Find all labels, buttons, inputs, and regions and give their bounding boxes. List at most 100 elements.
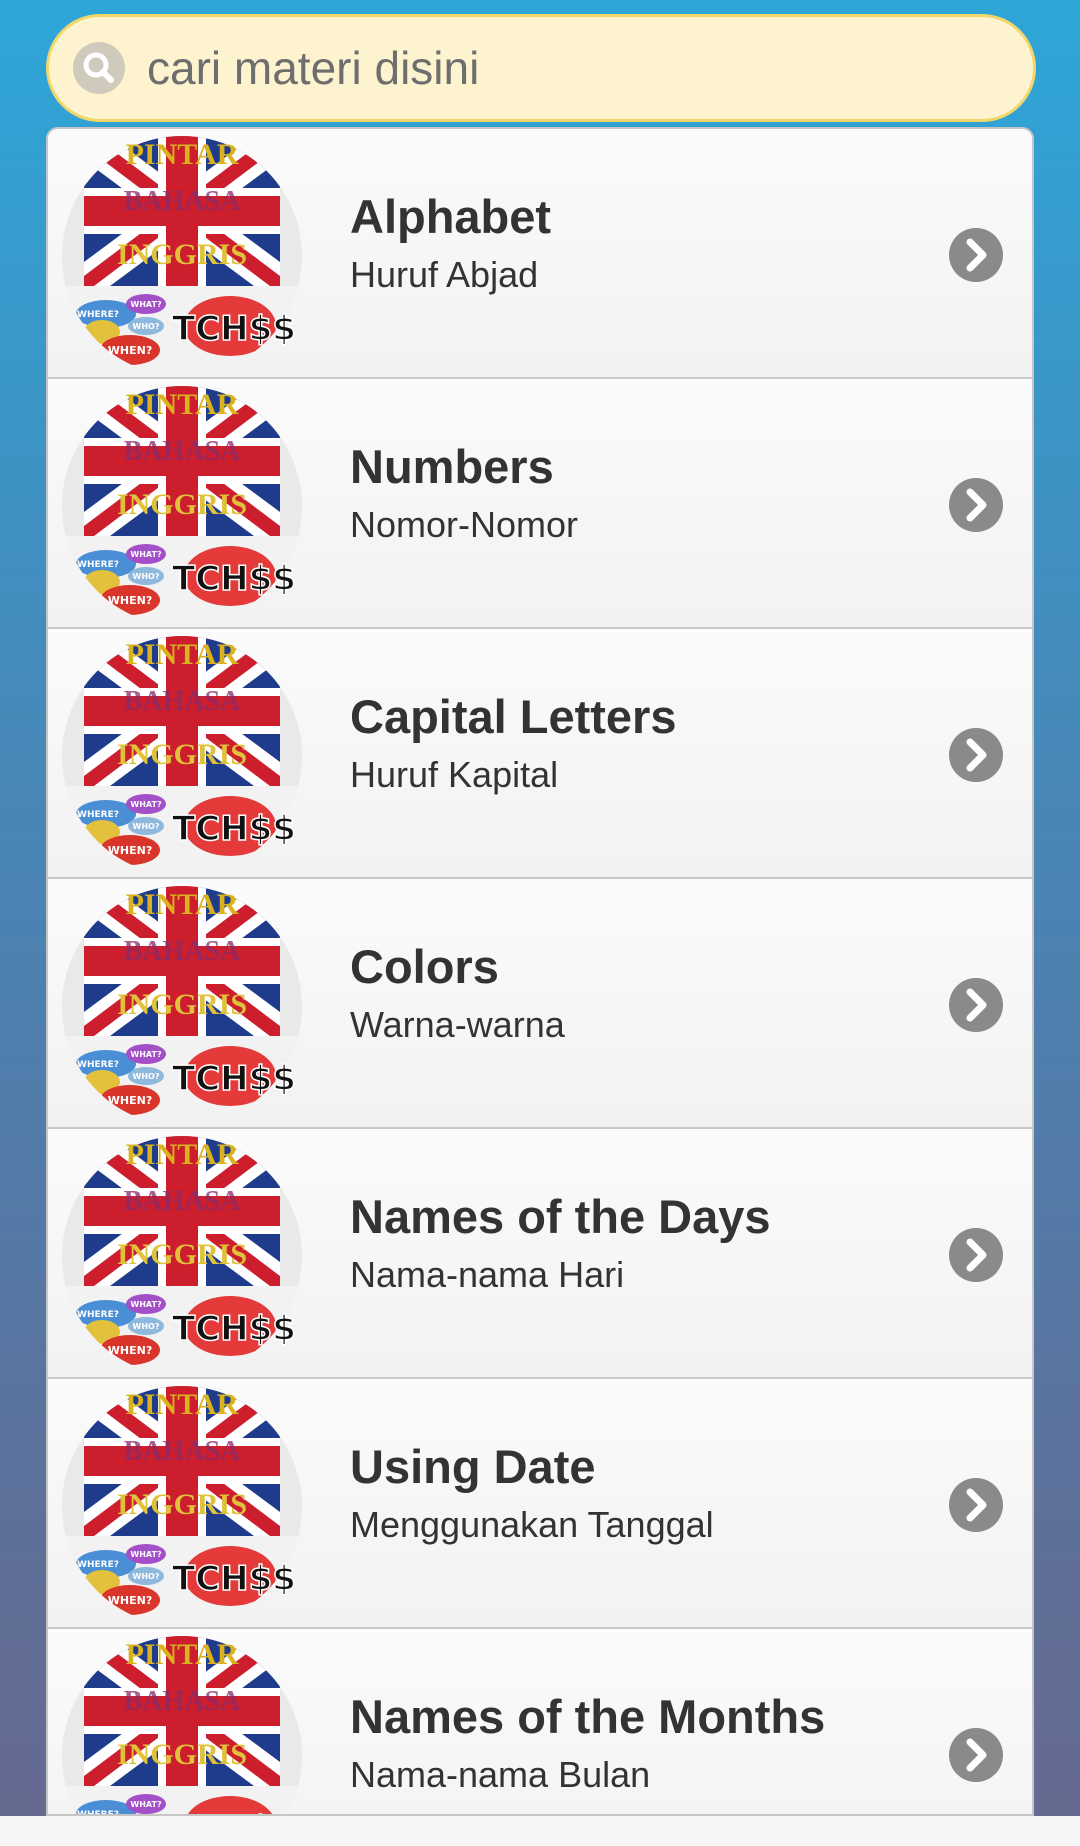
chevron-right-icon[interactable] — [948, 727, 1004, 783]
union-jack-logo: PINTAR BAHASA INGGRIS WHERE? WHAT? WHO? … — [62, 386, 302, 626]
svg-text:WHAT?: WHAT? — [130, 1800, 162, 1809]
list-item-5[interactable]: PINTAR BAHASA INGGRIS WHERE? WHAT? WHO? … — [48, 1129, 1032, 1379]
chevron-right-icon[interactable] — [948, 1727, 1004, 1783]
item-title: Names of the Days — [350, 1190, 771, 1243]
svg-text:INGGRIS: INGGRIS — [117, 738, 247, 771]
svg-text:TCH$$: TCH$$ — [172, 1059, 296, 1099]
svg-text:WHERE?: WHERE? — [77, 310, 119, 320]
svg-text:PINTAR: PINTAR — [126, 388, 239, 421]
chevron-right-icon[interactable] — [948, 977, 1004, 1033]
course-logo-thumbnail: PINTAR BAHASA INGGRIS WHERE? WHAT? WHO? … — [62, 386, 302, 626]
course-logo-thumbnail: PINTAR BAHASA INGGRIS WHERE? WHAT? WHO? … — [62, 1136, 302, 1376]
union-jack-logo: PINTAR BAHASA INGGRIS WHERE? WHAT? WHO? … — [62, 136, 302, 376]
item-subtitle: Nomor-Nomor — [350, 504, 579, 545]
item-subtitle: Warna-warna — [350, 1004, 565, 1045]
svg-text:WHO?: WHO? — [133, 822, 160, 831]
svg-text:BAHASA: BAHASA — [124, 1186, 241, 1217]
item-text: Numbers Nomor-Nomor — [350, 439, 578, 551]
svg-text:PINTAR: PINTAR — [126, 1138, 239, 1171]
bottom-strip — [0, 1816, 1080, 1846]
svg-text:WHERE?: WHERE? — [77, 810, 119, 820]
svg-text:INGGRIS: INGGRIS — [117, 1488, 247, 1521]
item-text: Names of the Days Nama-nama Hari — [350, 1189, 771, 1301]
svg-text:WHO?: WHO? — [133, 322, 160, 331]
svg-text:PINTAR: PINTAR — [126, 888, 239, 921]
search-input[interactable] — [145, 40, 1009, 96]
svg-text:PINTAR: PINTAR — [126, 638, 239, 671]
svg-text:WHAT?: WHAT? — [130, 1550, 162, 1559]
svg-text:BAHASA: BAHASA — [124, 936, 241, 967]
svg-text:INGGRIS: INGGRIS — [117, 1238, 247, 1271]
item-subtitle: Nama-nama Bulan — [350, 1754, 651, 1795]
course-logo-thumbnail: PINTAR BAHASA INGGRIS WHERE? WHAT? WHO? … — [62, 136, 302, 376]
svg-text:WHEN?: WHEN? — [108, 1594, 152, 1607]
svg-text:BAHASA: BAHASA — [124, 436, 241, 467]
svg-text:WHO?: WHO? — [133, 1072, 160, 1081]
chevron-right-icon[interactable] — [948, 1227, 1004, 1283]
search-bar[interactable] — [46, 14, 1036, 122]
svg-text:TCH$$: TCH$$ — [172, 309, 296, 349]
item-text: Names of the Months Nama-nama Bulan — [350, 1689, 825, 1801]
course-logo-thumbnail: PINTAR BAHASA INGGRIS WHERE? WHAT? WHO? … — [62, 1636, 302, 1816]
union-jack-logo: PINTAR BAHASA INGGRIS WHERE? WHAT? WHO? … — [62, 1386, 302, 1626]
svg-text:WHERE?: WHERE? — [77, 1310, 119, 1320]
item-title: Names of the Months — [350, 1690, 826, 1743]
svg-text:BAHASA: BAHASA — [124, 1686, 241, 1717]
svg-text:WHO?: WHO? — [133, 1322, 160, 1331]
svg-text:INGGRIS: INGGRIS — [117, 1738, 247, 1771]
svg-text:WHAT?: WHAT? — [130, 1050, 162, 1059]
svg-text:WHO?: WHO? — [133, 572, 160, 581]
item-title: Colors — [350, 940, 499, 993]
course-logo-thumbnail: PINTAR BAHASA INGGRIS WHERE? WHAT? WHO? … — [62, 886, 302, 1126]
item-text: Using Date Menggunakan Tanggal — [350, 1439, 714, 1551]
svg-text:PINTAR: PINTAR — [126, 1388, 239, 1421]
svg-text:TCH$$: TCH$$ — [172, 1559, 296, 1599]
union-jack-logo: PINTAR BAHASA INGGRIS WHERE? WHAT? WHO? … — [62, 636, 302, 876]
svg-text:WHEN?: WHEN? — [108, 344, 152, 357]
item-text: Alphabet Huruf Abjad — [350, 189, 551, 301]
svg-text:TCH$$: TCH$$ — [172, 1809, 296, 1816]
list-item-1[interactable]: PINTAR BAHASA INGGRIS WHERE? WHAT? WHO? … — [48, 129, 1032, 379]
list-item-6[interactable]: PINTAR BAHASA INGGRIS WHERE? WHAT? WHO? … — [48, 1379, 1032, 1629]
item-title: Using Date — [350, 1440, 596, 1493]
svg-text:WHEN?: WHEN? — [108, 844, 152, 857]
svg-text:TCH$$: TCH$$ — [172, 559, 296, 599]
svg-text:WHO?: WHO? — [133, 1572, 160, 1581]
chevron-right-icon[interactable] — [948, 1477, 1004, 1533]
svg-text:WHEN?: WHEN? — [108, 1094, 152, 1107]
svg-text:PINTAR: PINTAR — [126, 1638, 239, 1671]
item-title: Numbers — [350, 440, 554, 493]
svg-text:WHEN?: WHEN? — [108, 1344, 152, 1357]
svg-text:WHEN?: WHEN? — [108, 594, 152, 607]
item-subtitle: Huruf Kapital — [350, 754, 559, 795]
item-text: Capital Letters Huruf Kapital — [350, 689, 676, 801]
item-title: Alphabet — [350, 190, 552, 243]
material-list[interactable]: PINTAR BAHASA INGGRIS WHERE? WHAT? WHO? … — [46, 127, 1034, 1816]
list-item-7[interactable]: PINTAR BAHASA INGGRIS WHERE? WHAT? WHO? … — [48, 1629, 1032, 1816]
course-logo-thumbnail: PINTAR BAHASA INGGRIS WHERE? WHAT? WHO? … — [62, 1386, 302, 1626]
course-logo-thumbnail: PINTAR BAHASA INGGRIS WHERE? WHAT? WHO? … — [62, 636, 302, 876]
union-jack-logo: PINTAR BAHASA INGGRIS WHERE? WHAT? WHO? … — [62, 1636, 302, 1816]
svg-text:BAHASA: BAHASA — [124, 1436, 241, 1467]
svg-text:WHAT?: WHAT? — [130, 1300, 162, 1309]
svg-text:INGGRIS: INGGRIS — [117, 488, 247, 521]
svg-text:PINTAR: PINTAR — [126, 138, 239, 171]
svg-text:WHERE?: WHERE? — [77, 560, 119, 570]
svg-text:WHAT?: WHAT? — [130, 550, 162, 559]
list-item-3[interactable]: PINTAR BAHASA INGGRIS WHERE? WHAT? WHO? … — [48, 629, 1032, 879]
svg-text:TCH$$: TCH$$ — [172, 1309, 296, 1349]
svg-text:INGGRIS: INGGRIS — [117, 988, 247, 1021]
list-item-4[interactable]: PINTAR BAHASA INGGRIS WHERE? WHAT? WHO? … — [48, 879, 1032, 1129]
svg-text:BAHASA: BAHASA — [124, 686, 241, 717]
union-jack-logo: PINTAR BAHASA INGGRIS WHERE? WHAT? WHO? … — [62, 886, 302, 1126]
search-icon — [73, 42, 125, 94]
svg-text:INGGRIS: INGGRIS — [117, 238, 247, 271]
item-title: Capital Letters — [350, 690, 677, 743]
svg-text:BAHASA: BAHASA — [124, 186, 241, 217]
chevron-right-icon[interactable] — [948, 477, 1004, 533]
chevron-right-icon[interactable] — [948, 227, 1004, 283]
svg-text:TCH$$: TCH$$ — [172, 809, 296, 849]
svg-text:WHERE?: WHERE? — [77, 1560, 119, 1570]
list-item-2[interactable]: PINTAR BAHASA INGGRIS WHERE? WHAT? WHO? … — [48, 379, 1032, 629]
item-text: Colors Warna-warna — [350, 939, 565, 1051]
